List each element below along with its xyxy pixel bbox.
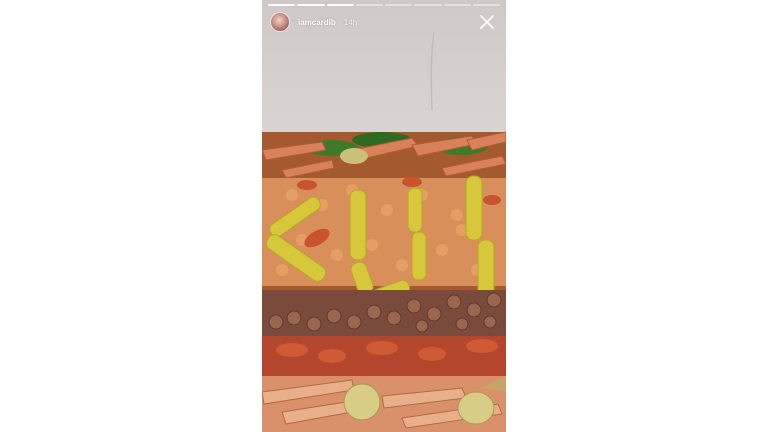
progress-segment bbox=[268, 4, 296, 6]
close-button[interactable] bbox=[478, 13, 496, 31]
story-photo-seafood-boil bbox=[262, 31, 506, 432]
progress-segment bbox=[472, 4, 500, 6]
close-icon bbox=[480, 15, 494, 29]
story-header: iamcardib 14h bbox=[270, 11, 498, 33]
avatar[interactable] bbox=[270, 12, 290, 32]
progress-segment bbox=[355, 4, 383, 6]
page: iamcardib 14h bbox=[0, 0, 768, 432]
username[interactable]: iamcardib bbox=[298, 18, 336, 27]
story-viewer[interactable]: iamcardib 14h bbox=[262, 0, 506, 432]
story-progress-bar bbox=[268, 4, 500, 7]
progress-segment bbox=[326, 4, 354, 6]
progress-segment bbox=[385, 4, 413, 6]
progress-segment bbox=[297, 4, 325, 6]
progress-segment bbox=[414, 4, 442, 6]
timestamp: 14h bbox=[343, 17, 358, 27]
progress-segment bbox=[443, 4, 471, 6]
